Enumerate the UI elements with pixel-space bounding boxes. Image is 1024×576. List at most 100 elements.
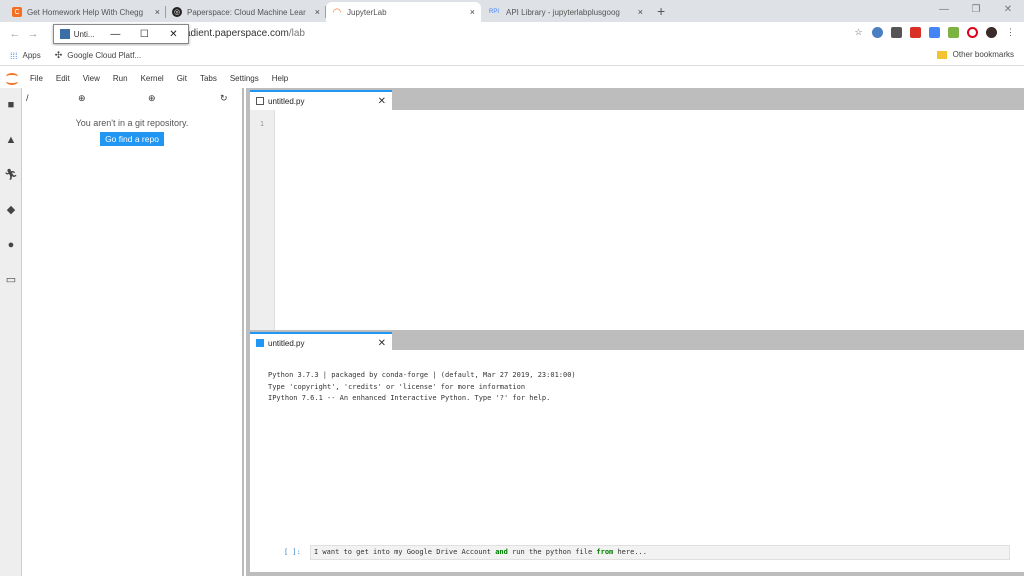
star-icon[interactable]: ☆ (853, 27, 864, 38)
close-icon[interactable]: ✕ (378, 338, 386, 349)
folder-icon (936, 50, 947, 59)
browser-tab-chegg[interactable]: C Get Homework Help With Chegg × (6, 2, 166, 22)
activity-bar: ■ ▲ 🏃︎ ◆ ● ▭ (0, 88, 22, 576)
input-text: I want to get into my Google Drive Accou… (314, 548, 496, 556)
close-icon[interactable]: ✕ (378, 96, 386, 107)
console-input[interactable]: I want to get into my Google Drive Accou… (310, 545, 1010, 560)
extension-icon[interactable] (891, 27, 902, 38)
close-tab-icon[interactable]: × (470, 7, 475, 17)
git-panel-header: / ⊕ ⊕ ↻ (22, 88, 242, 110)
extension-icon[interactable] (872, 27, 883, 38)
menu-kernel[interactable]: Kernel (141, 74, 164, 83)
input-keyword: from (596, 548, 614, 556)
palette-icon[interactable]: ● (4, 238, 18, 252)
git-status-message: You aren't in a git repository. (75, 118, 189, 128)
browser-tab-jupyterlab[interactable]: ◠ JupyterLab × (326, 2, 481, 22)
tab-title: API Library - jupyterlabplusgoog (506, 7, 620, 17)
menu-icon[interactable]: ⋮ (1005, 27, 1016, 38)
menu-run[interactable]: Run (113, 74, 128, 83)
window-label: Unti... (73, 29, 95, 39)
editor-tab-title: untitled.py (268, 96, 305, 106)
address-path: /lab (288, 28, 305, 39)
menu-tabs[interactable]: Tabs (200, 74, 217, 83)
address-bar[interactable]: gradient.paperspace.com/lab (176, 25, 836, 43)
bookmark-label: Other bookmarks (952, 50, 1014, 59)
code-editor[interactable]: 1 (250, 110, 1024, 330)
window-controls: — ❐ ✕ (928, 0, 1024, 20)
avatar[interactable] (986, 27, 997, 38)
forward-icon[interactable]: → (24, 28, 42, 40)
browser-tab-api-library[interactable]: RPI API Library - jupyterlabplusgoog × (481, 2, 649, 22)
console-icon (256, 339, 264, 347)
file-icon (256, 97, 264, 105)
restore-icon[interactable]: ❐ (960, 0, 992, 20)
browser-tab-strip: C Get Homework Help With Chegg × ◎ Paper… (0, 0, 1024, 22)
close-window-icon[interactable]: ✕ (992, 0, 1024, 20)
menu-settings[interactable]: Settings (230, 74, 259, 83)
input-text: run the python file (507, 548, 597, 556)
line-number: 1 (259, 120, 265, 128)
bookmark-label: Google Cloud Platf... (67, 51, 142, 60)
chegg-icon: C (12, 7, 22, 17)
bookmark-label: Apps (22, 51, 41, 60)
minimized-window[interactable]: Unti... — ☐ ✕ (53, 24, 189, 44)
git-icon[interactable]: ◆ (4, 203, 18, 217)
current-path: / (26, 93, 29, 103)
bookmark-gcp[interactable]: ✣ Google Cloud Platf... (55, 50, 141, 61)
jupyter-logo-icon (6, 71, 20, 85)
git-panel: / ⊕ ⊕ ↻ You aren't in a git repository. … (22, 88, 244, 576)
paperspace-icon: ◎ (172, 7, 182, 17)
line-number-gutter: 1 (250, 110, 275, 330)
close-tab-icon[interactable]: × (155, 7, 160, 17)
minimize-icon[interactable]: — (101, 29, 130, 40)
bookmark-apps[interactable]: ⁞⁞⁞ Apps (10, 51, 41, 61)
google-drive-icon[interactable]: ▲ (4, 133, 18, 147)
address-host: gradient.paperspace.com (176, 28, 289, 39)
tabs-icon[interactable]: ▭ (4, 273, 18, 287)
tab-title: Paperspace: Cloud Machine Lear (187, 7, 306, 17)
close-tab-icon[interactable]: × (315, 7, 320, 17)
jupyterlab-menubar: File Edit View Run Kernel Git Tabs Setti… (0, 68, 1024, 88)
browser-tab-paperspace[interactable]: ◎ Paperspace: Cloud Machine Lear × (166, 2, 326, 22)
tab-title: JupyterLab (347, 7, 387, 17)
jupyter-icon: ◠ (332, 6, 342, 18)
console-tab-title: untitled.py (268, 338, 305, 348)
opera-icon[interactable] (967, 27, 978, 38)
close-tab-icon[interactable]: × (638, 7, 643, 17)
running-icon[interactable]: 🏃︎ (4, 168, 18, 182)
menu-view[interactable]: View (83, 74, 100, 83)
gcp-icon: ✣ (54, 50, 63, 60)
extension-icons: ☆ ⋮ (853, 27, 1016, 38)
main-dock-area: untitled.py ✕ 1 untitled.py ✕ Python 3.7… (246, 88, 1024, 576)
console-panel: Python 3.7.3 | packaged by conda-forge |… (250, 350, 1024, 572)
tab-title: Get Homework Help With Chegg (27, 7, 144, 17)
menu-edit[interactable]: Edit (56, 74, 70, 83)
extension-icon[interactable] (910, 27, 921, 38)
input-keyword: and (495, 548, 508, 556)
git-pull-icon[interactable]: ⊕ (78, 93, 86, 104)
translate-icon[interactable] (929, 27, 940, 38)
input-prompt: [ ]: (284, 548, 301, 556)
editor-tab[interactable]: untitled.py ✕ (250, 90, 392, 110)
window-icon (60, 29, 70, 39)
console-tab[interactable]: untitled.py ✕ (250, 332, 392, 352)
folder-icon[interactable]: ■ (4, 98, 18, 112)
menu-file[interactable]: File (30, 74, 43, 83)
console-output: Python 3.7.3 | packaged by conda-forge |… (268, 371, 576, 402)
api-icon: RPI (488, 9, 499, 15)
refresh-icon[interactable]: ↻ (220, 93, 228, 104)
minimize-icon[interactable]: — (928, 0, 960, 20)
menu-git[interactable]: Git (177, 74, 187, 83)
extension-icon[interactable] (948, 27, 959, 38)
apps-grid-icon: ⁞⁞⁞ (10, 50, 18, 61)
bookmarks-bar: ⁞⁞⁞ Apps ✣ Google Cloud Platf... Other b… (0, 46, 1024, 66)
maximize-icon[interactable]: ☐ (130, 29, 159, 40)
new-tab-button[interactable]: + (657, 3, 665, 19)
menu-help[interactable]: Help (272, 74, 288, 83)
close-icon[interactable]: ✕ (159, 29, 188, 40)
find-repo-button[interactable]: Go find a repo (100, 132, 164, 146)
git-push-icon[interactable]: ⊕ (148, 93, 156, 104)
input-text: here... (613, 548, 647, 556)
other-bookmarks[interactable]: Other bookmarks (936, 50, 1014, 59)
back-icon[interactable]: ← (6, 28, 24, 40)
